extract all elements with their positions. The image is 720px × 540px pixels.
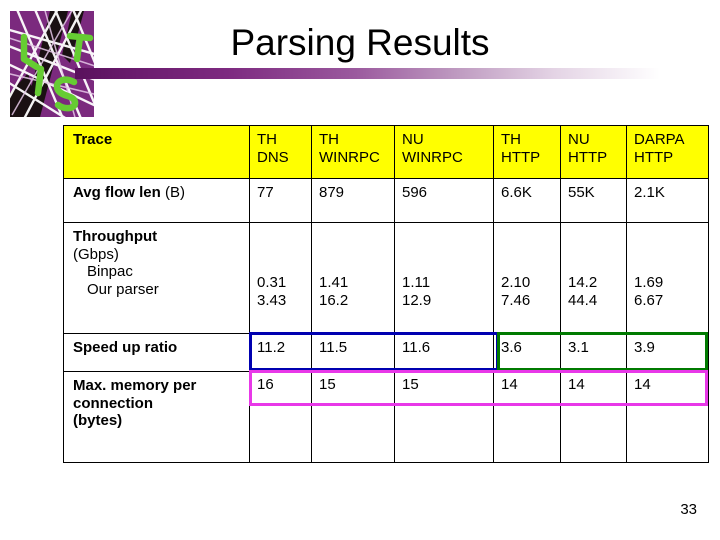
- slide-page-number: 33: [680, 501, 697, 518]
- cell-thr-nu-winrpc: 1.11 12.9: [394, 222, 494, 334]
- cell-value-binpac: 0.31: [257, 274, 287, 291]
- table-row-speed-up-ratio: Speed up ratio 11.2 11.5 11.6 3.6 3.1 3.…: [63, 333, 709, 372]
- cell-value-binpac: 1.11: [402, 274, 431, 291]
- row-label-line2: connection: [73, 394, 154, 412]
- header-line2: HTTP: [634, 148, 674, 166]
- table-row-throughput: Throughput (Gbps) Binpac Our parser 0.31…: [63, 222, 709, 334]
- header-cell-nu-winrpc: NU WINRPC: [394, 125, 494, 179]
- cell-speed-nu-winrpc: 11.6: [394, 333, 494, 372]
- cell-value: 879: [319, 184, 345, 201]
- cell-speed-th-winrpc: 11.5: [311, 333, 395, 372]
- table-header-row: Trace TH DNS TH WINRPC NU WINRPC TH HTTP: [63, 125, 709, 179]
- row-label-unit: (B): [160, 184, 185, 201]
- cell-avg-th-winrpc: 879: [311, 178, 395, 223]
- cell-avg-th-http: 6.6K: [493, 178, 561, 223]
- cell-value: 15: [402, 376, 419, 393]
- header-cell-darpa-http: DARPA HTTP: [626, 125, 709, 179]
- row-label-text: Avg flow len: [73, 184, 161, 201]
- cell-value: 596: [402, 184, 428, 201]
- header-cell-th-winrpc: TH WINRPC: [311, 125, 395, 179]
- row-label-throughput: Throughput (Gbps) Binpac Our parser: [63, 222, 250, 334]
- cell-value-our-parser: 6.67: [634, 291, 664, 309]
- cell-avg-nu-http: 55K: [560, 178, 627, 223]
- cell-value: 55K: [568, 184, 595, 201]
- cell-value-binpac: 2.10: [501, 274, 531, 291]
- cell-value: 15: [319, 376, 336, 393]
- cell-value-our-parser: 44.4: [568, 291, 598, 309]
- header-line2: HTTP: [501, 148, 541, 166]
- cell-thr-th-winrpc: 1.41 16.2: [311, 222, 395, 334]
- cell-thr-th-dns: 0.31 3.43: [249, 222, 312, 334]
- header-line1: TH: [501, 131, 521, 148]
- header-cell-th-http: TH HTTP: [493, 125, 561, 179]
- row-sublabel-our-parser: Our parser: [87, 281, 159, 299]
- header-line1: NU: [402, 131, 424, 148]
- cell-value-binpac: 14.2: [568, 274, 598, 291]
- row-label-line1: Max. memory per: [73, 377, 197, 394]
- row-label-text: Throughput: [73, 228, 158, 245]
- cell-mem-darpa-http: 14: [626, 371, 709, 463]
- header-line2: WINRPC: [319, 148, 380, 166]
- cell-value-our-parser: 16.2: [319, 291, 349, 309]
- cell-thr-th-http: 2.10 7.46: [493, 222, 561, 334]
- cell-value-binpac: 1.69: [634, 274, 664, 291]
- cell-value: 11.2: [257, 339, 286, 356]
- cell-value: 77: [257, 184, 274, 201]
- row-label-unit: (Gbps): [73, 245, 119, 263]
- cell-value: 6.6K: [501, 184, 532, 201]
- header-cell-trace: Trace: [63, 125, 250, 179]
- cell-value: 3.1: [568, 339, 589, 356]
- header-line1: TH: [319, 131, 339, 148]
- header-line2: DNS: [257, 148, 289, 166]
- cell-speed-nu-http: 3.1: [560, 333, 627, 372]
- cell-mem-nu-http: 14: [560, 371, 627, 463]
- cell-value: 3.9: [634, 339, 655, 356]
- parsing-results-table: Trace TH DNS TH WINRPC NU WINRPC TH HTTP: [63, 125, 709, 463]
- header-line1: DARPA: [634, 131, 685, 148]
- cell-thr-nu-http: 14.2 44.4: [560, 222, 627, 334]
- table-row-avg-flow-len: Avg flow len (B) 77 879 596 6.6K 55K 2.1…: [63, 178, 709, 223]
- cell-value-our-parser: 3.43: [257, 291, 287, 309]
- cell-value: 14: [568, 376, 585, 393]
- row-label-max-memory: Max. memory per connection (bytes): [63, 371, 250, 463]
- cell-speed-th-http: 3.6: [493, 333, 561, 372]
- cell-value: 3.6: [501, 339, 522, 356]
- cell-mem-th-http: 14: [493, 371, 561, 463]
- cell-value-our-parser: 7.46: [501, 291, 531, 309]
- cell-value: 11.5: [319, 339, 348, 356]
- row-label-text: Speed up ratio: [73, 339, 178, 356]
- cell-avg-th-dns: 77: [249, 178, 312, 223]
- cell-value: 11.6: [402, 339, 431, 356]
- header-cell-nu-http: NU HTTP: [560, 125, 627, 179]
- cell-mem-th-winrpc: 15: [311, 371, 395, 463]
- page-title: Parsing Results: [230, 22, 490, 63]
- cell-speed-th-dns: 11.2: [249, 333, 312, 372]
- cell-avg-darpa-http: 2.1K: [626, 178, 709, 223]
- cell-value: 14: [501, 376, 518, 393]
- title-underline-bar: [75, 68, 660, 79]
- header-line2: HTTP: [568, 148, 608, 166]
- table-row-max-memory: Max. memory per connection (bytes) 16 15…: [63, 371, 709, 463]
- cell-thr-darpa-http: 1.69 6.67: [626, 222, 709, 334]
- row-label-avg-flow-len: Avg flow len (B): [63, 178, 250, 223]
- row-label-line3: (bytes): [73, 412, 123, 430]
- cell-value: 14: [634, 376, 651, 393]
- header-line1: NU: [568, 131, 590, 148]
- cell-speed-darpa-http: 3.9: [626, 333, 709, 372]
- cell-mem-th-dns: 16: [249, 371, 312, 463]
- header-line1: TH: [257, 131, 277, 148]
- cell-value: 2.1K: [634, 184, 665, 201]
- header-line2: WINRPC: [402, 148, 463, 166]
- cell-avg-nu-winrpc: 596: [394, 178, 494, 223]
- cell-value-binpac: 1.41: [319, 274, 349, 291]
- cell-value-our-parser: 12.9: [402, 291, 432, 309]
- cell-value: 16: [257, 376, 274, 393]
- header-label-trace: Trace: [73, 131, 113, 148]
- header-cell-th-dns: TH DNS: [249, 125, 312, 179]
- row-label-speed-up-ratio: Speed up ratio: [63, 333, 250, 372]
- row-sublabel-binpac: Binpac: [87, 263, 133, 281]
- cell-mem-nu-winrpc: 15: [394, 371, 494, 463]
